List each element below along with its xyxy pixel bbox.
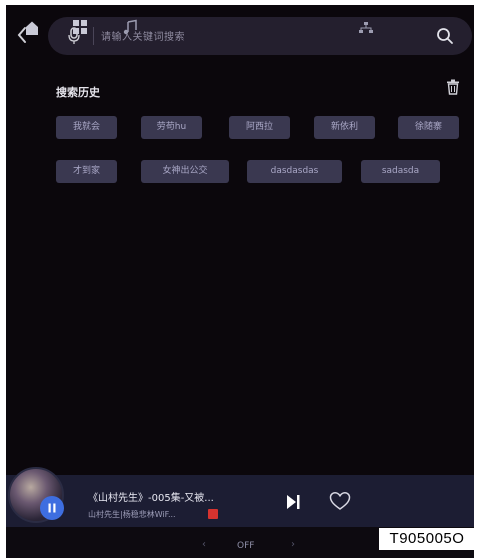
track-title: 《山村先生》-005集-又被... xyxy=(88,493,214,504)
app-screen: 请输入关键词搜索 搜索历史 我就会 劳苟hu 阿西拉 新依利 徐随寨 才到家 女… xyxy=(6,5,474,558)
vip-badge-icon xyxy=(208,509,218,519)
history-chip[interactable]: 阿西拉 xyxy=(229,116,290,139)
music-note-icon[interactable] xyxy=(122,19,138,35)
history-chip[interactable]: sadasda xyxy=(361,160,440,183)
next-track-icon[interactable] xyxy=(284,493,302,511)
mini-player-bar[interactable] xyxy=(6,475,474,527)
search-input[interactable]: 请输入关键词搜索 xyxy=(101,28,185,43)
heart-icon[interactable] xyxy=(329,491,351,511)
pause-button[interactable] xyxy=(40,496,64,520)
track-subtitle: 山村先生|杨稳悲林WiF... xyxy=(88,510,176,519)
chevron-left-icon[interactable]: ‹ xyxy=(202,539,206,550)
history-chip[interactable]: 女神出公交 xyxy=(141,160,229,183)
pause-icon xyxy=(48,503,56,513)
history-chip[interactable]: 劳苟hu xyxy=(141,116,202,139)
search-divider xyxy=(93,27,94,45)
history-chip[interactable]: 我就会 xyxy=(56,116,117,139)
history-chip[interactable]: 徐随寨 xyxy=(398,116,459,139)
history-chip[interactable]: 才到家 xyxy=(56,160,117,183)
chevron-right-icon[interactable]: › xyxy=(291,539,295,550)
history-chip[interactable]: 新依利 xyxy=(314,116,375,139)
trash-icon[interactable] xyxy=(446,79,460,95)
search-bar[interactable]: 请输入关键词搜索 xyxy=(48,17,472,55)
history-chip[interactable]: dasdasdas xyxy=(247,160,342,183)
status-off-label[interactable]: OFF xyxy=(237,541,254,551)
home-icon[interactable] xyxy=(24,19,40,35)
figure-code-label: T905005O xyxy=(379,528,475,550)
grid-icon[interactable] xyxy=(72,19,88,35)
network-icon[interactable] xyxy=(358,19,374,35)
search-history-title: 搜索历史 xyxy=(56,86,100,99)
search-icon[interactable] xyxy=(436,27,454,45)
